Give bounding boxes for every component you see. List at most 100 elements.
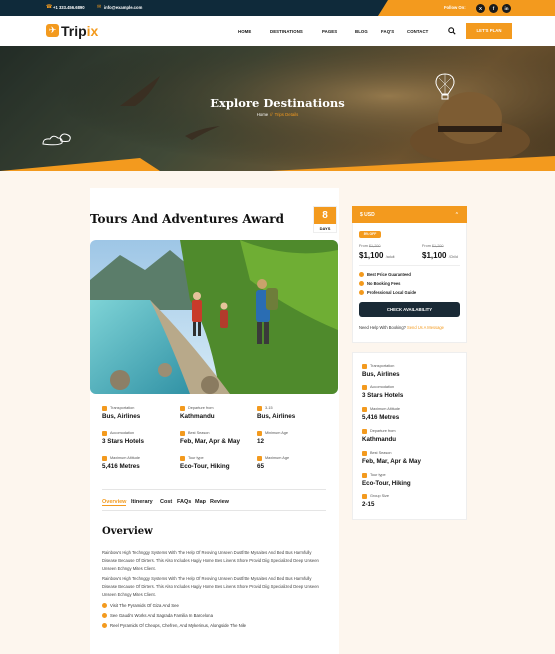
follow-label: Follow On: [444,5,466,10]
perk-text: Professional Local Guide [367,290,417,295]
hotel-icon [362,385,367,390]
nav-contact[interactable]: CONTACT [407,29,428,34]
tour-title: Tours And Adventures Award [90,212,284,226]
tour-photo-image [90,240,338,394]
tab-faqs[interactable]: FAQs [177,499,191,505]
old-price: $1,200 [431,244,444,248]
email-address[interactable]: info@example.com [104,5,142,10]
detail-value: Bus, Airlines [362,371,400,378]
linkedin-icon[interactable]: in [502,3,511,13]
info-value-season: Feb, Mar, Apr & May [180,438,240,445]
breadcrumb-home[interactable]: Home [257,112,268,117]
check-icon [102,603,107,609]
info-value-altitude: 5,416 Metres [102,463,140,470]
detail-value: Kathmandu [362,436,397,443]
info-label-min-age: Minimum Age [265,431,288,435]
divider [359,265,460,266]
tab-map[interactable]: Map [195,499,206,505]
cloud-icon [42,133,71,146]
info-label-max-age: Maximum Age [265,456,290,460]
overview-bullet: See Gaudi's Works And Sagrada Familia In… [102,613,213,619]
days-label: DAYS [319,226,331,231]
user-icon [257,456,262,461]
detail-label: Group Size [370,494,389,498]
price-value: $1,100 [422,251,447,260]
page-title: Explore Destinations [210,96,345,110]
overview-title: Overview [102,526,153,537]
check-icon [102,613,107,619]
breadcrumb-separator: // [270,112,273,117]
phone-number[interactable]: +1 333.456.6890 [53,5,85,10]
divider [102,510,326,511]
overview-paragraph-1: Rainbow's High Technggy Systems With The… [102,550,319,571]
price-unit: /Child [448,255,458,259]
tab-cost[interactable]: Cost [160,499,172,505]
perk-text: No Booking Fees [367,281,401,286]
perk-item: Professional Local Guide [359,290,417,296]
check-availability-button[interactable]: CHECK AVAILABILITY [359,302,460,317]
top-bar-accent [378,0,555,16]
detail-label: Departure from [370,429,396,433]
price-from-adult: From $1,200 [359,244,381,248]
send-message-link[interactable]: Send Us A Message [407,325,444,330]
tab-overview[interactable]: Overview [102,499,127,506]
bullet-text: See Gaudi's Works And Sagrada Familia In… [110,613,213,618]
bus-icon [362,364,367,369]
price-adult: $1,100 /adult [359,251,395,260]
detail-label: Accomodation [370,385,395,389]
info-value-accomodation: 3 Stars Hotels [102,438,144,445]
logo-icon[interactable]: ✈ [46,24,59,37]
info-value-departure: Kathmandu [180,413,215,420]
hotel-icon [102,431,107,436]
currency-value: $ USD [360,212,375,218]
bullet-text: Reel Pyramids Of Cheops, Chefren, And My… [110,623,247,628]
nav-pages[interactable]: PAGES [322,29,337,34]
price-unit: /adult [385,255,395,259]
info-label-altitude: Maximum Altitude [110,456,140,460]
check-icon [359,281,364,287]
perk-item: Best Price Guaranteed [359,272,411,278]
info-label-departure: Departure from [188,406,214,410]
tab-review[interactable]: Review [210,499,229,505]
from-label: From [422,244,431,248]
info-value-tour-type: Eco-Tour, Hiking [180,463,230,470]
mail-icon: ✉ [97,4,102,10]
info-value-group: Bus, Airlines [257,413,296,420]
logo[interactable]: Tripix [61,23,98,39]
user-icon [257,431,262,436]
tab-itinerary[interactable]: Itinerary [131,499,153,505]
mountain-icon [102,456,107,461]
lets-plan-button[interactable]: LET'S PLAN [466,23,512,39]
search-icon[interactable] [448,27,456,35]
mountain-icon [362,407,367,412]
detail-label: Maximum Altitude [370,407,400,411]
facebook-icon[interactable]: f [489,3,498,13]
detail-value: Feb, Mar, Apr & May [362,458,421,465]
from-label: From [359,244,368,248]
info-value-transportation: Bus, Airlines [102,413,141,420]
check-icon [102,623,107,629]
price-value: $1,100 [359,251,384,260]
old-price: $1,200 [368,244,381,248]
currency-select[interactable]: $ USD ⌃ [352,206,467,223]
divider [102,489,326,490]
nav-faqs[interactable]: FAQ'S [381,29,394,34]
check-icon [359,290,364,296]
nav-blog[interactable]: BLOG [355,29,368,34]
nav-home[interactable]: HOME [238,29,251,34]
calendar-icon [362,451,367,456]
price-from-child: From $1,200 [422,244,444,248]
tour-photo [90,240,338,394]
x-icon[interactable]: X [476,3,485,13]
overview-paragraph-2: Rainbow's High Technggy Systems With The… [102,576,319,597]
info-value-max-age: 65 [257,463,265,470]
chevron-up-icon: ⌃ [454,212,459,218]
overview-bullet: Reel Pyramids Of Cheops, Chefren, And My… [102,623,247,629]
hiking-icon [362,473,367,478]
nav-destinations[interactable]: DESTINATIONS [270,29,303,34]
detail-label: Tour type [370,473,386,477]
detail-value: 5,416 Metres [362,414,400,421]
info-label-season: Best Season [188,431,210,435]
overview-bullet: Visit The Pyramids Of Giza And See [102,603,179,609]
logo-text-a: Trip [61,23,87,39]
